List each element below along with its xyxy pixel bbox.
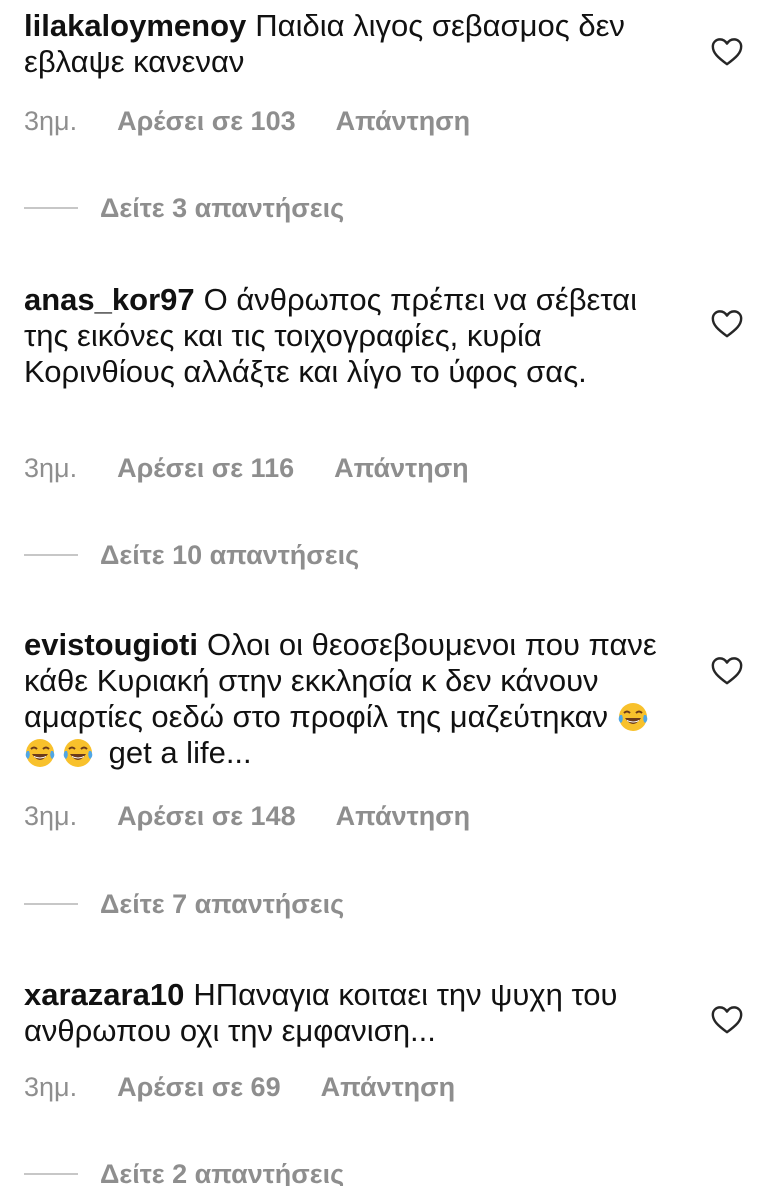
comment-meta: 3ημ. Αρέσει σε 116 Απάντηση	[24, 451, 469, 485]
comment-likes[interactable]: Αρέσει σε 103	[117, 104, 296, 138]
comment-likes[interactable]: Αρέσει σε 116	[117, 451, 294, 485]
comment-time: 3ημ.	[24, 453, 78, 483]
comment-meta: 3ημ. Αρέσει σε 103 Απάντηση	[24, 104, 470, 138]
comment-username[interactable]: evistougioti	[24, 627, 198, 662]
replies-divider	[24, 902, 78, 905]
comment-text: evistougioti Ολοι οι θεοσεβουμενοι που πα…	[24, 627, 684, 771]
view-replies-label: Δείτε 7 απαντήσεις	[100, 889, 345, 919]
heart-icon[interactable]	[710, 1003, 744, 1035]
heart-icon[interactable]	[710, 654, 744, 686]
view-replies-label: Δείτε 3 απαντήσεις	[100, 193, 345, 223]
reply-button[interactable]: Απάντηση	[334, 451, 469, 485]
view-replies-label: Δείτε 10 απαντήσεις	[100, 540, 360, 570]
view-replies-button[interactable]: Δείτε 2 απαντήσεις	[24, 1158, 344, 1186]
view-replies-label: Δείτε 2 απαντήσεις	[100, 1159, 345, 1186]
laughing-crying-emoji-icon	[618, 703, 647, 731]
replies-divider	[24, 1172, 78, 1175]
heart-icon[interactable]	[710, 307, 744, 339]
reply-button[interactable]: Απάντηση	[336, 799, 471, 833]
view-replies-button[interactable]: Δείτε 7 απαντήσεις	[24, 888, 344, 920]
comment-username[interactable]: lilakaloymenoy	[24, 8, 246, 43]
comment-time: 3ημ.	[24, 1072, 78, 1102]
comment-text: anas_kor97 Ο άνθρωπος πρέπει να σέβεται τ…	[24, 282, 684, 390]
reply-button[interactable]: Απάντηση	[336, 104, 471, 138]
comment-text: xarazara10 ΗΠαναγια κοιταει την ψυχη του …	[24, 977, 684, 1049]
replies-divider	[24, 553, 78, 556]
reply-button[interactable]: Απάντηση	[321, 1070, 456, 1104]
comment-time: 3ημ.	[24, 801, 78, 831]
comment-time: 3ημ.	[24, 106, 78, 136]
comment-meta: 3ημ. Αρέσει σε 69 Απάντηση	[24, 1070, 455, 1104]
view-replies-button[interactable]: Δείτε 10 απαντήσεις	[24, 539, 359, 571]
view-replies-button[interactable]: Δείτε 3 απαντήσεις	[24, 192, 344, 224]
comment-username[interactable]: xarazara10	[24, 977, 184, 1012]
comment-meta: 3ημ. Αρέσει σε 148 Απάντηση	[24, 799, 470, 833]
comment-likes[interactable]: Αρέσει σε 148	[117, 799, 296, 833]
laughing-crying-emoji-icon	[25, 739, 55, 767]
comment-username[interactable]: anas_kor97	[24, 282, 195, 317]
comment-body-tail: get a life...	[108, 735, 252, 770]
comment-likes[interactable]: Αρέσει σε 69	[117, 1070, 281, 1104]
heart-icon[interactable]	[710, 35, 744, 67]
laughing-crying-emoji-icon	[63, 739, 93, 767]
comment-text: lilakaloymenoy Παιδια λιγος σεβασμος δεν …	[24, 8, 684, 80]
replies-divider	[24, 206, 78, 209]
